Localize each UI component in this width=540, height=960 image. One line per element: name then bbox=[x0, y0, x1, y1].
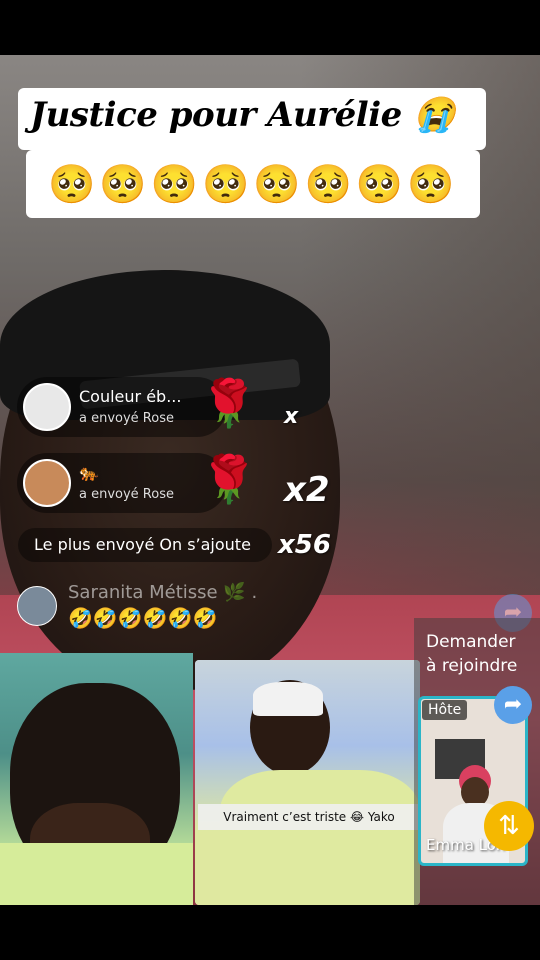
comment-text: 🤣🤣🤣🤣🤣🤣 bbox=[68, 606, 218, 630]
gift-notification-1: Couleur éb... a envoyé Rose bbox=[17, 377, 227, 437]
most-sent-label: Le plus envoyé bbox=[34, 535, 155, 554]
gifter-avatar[interactable] bbox=[23, 459, 71, 507]
emoji-row: 🥺🥺🥺🥺🥺🥺🥺🥺 bbox=[48, 162, 459, 206]
gifter-avatar[interactable] bbox=[23, 383, 71, 431]
repeat-icon[interactable]: ⇅ bbox=[484, 801, 534, 851]
video-title: Justice pour Aurélie 😭 bbox=[30, 95, 455, 135]
gift-notification-2: 🐅 a envoyé Rose bbox=[17, 453, 227, 513]
host-badge: Hôte bbox=[422, 700, 468, 720]
gift-description: a envoyé Rose bbox=[79, 487, 174, 502]
injury-photo-1 bbox=[0, 653, 193, 905]
most-sent-value: On s’ajoute bbox=[159, 535, 251, 554]
request-join-button[interactable]: Demander à rejoindre bbox=[426, 630, 526, 678]
gift-description: a envoyé Rose bbox=[79, 411, 174, 426]
gift-multiplier: x bbox=[284, 404, 299, 429]
injury-photo-2 bbox=[195, 660, 420, 905]
rose-icon: 🌹 bbox=[200, 452, 258, 506]
most-sent-pill: Le plus envoyé On s’ajoute bbox=[18, 528, 272, 562]
gift-multiplier: x2 bbox=[284, 470, 330, 510]
gifter-name: Couleur éb... bbox=[79, 387, 182, 406]
commenter-name: Saranita Métisse 🌿 . bbox=[68, 582, 258, 603]
photo-caption: Vraiment c’est triste 😂 Yako bbox=[198, 804, 420, 830]
rose-icon: 🌹 bbox=[200, 376, 258, 430]
most-sent-multiplier: x56 bbox=[278, 530, 331, 560]
share-arrow-icon[interactable]: ➦ bbox=[494, 686, 532, 724]
commenter-avatar[interactable] bbox=[17, 586, 57, 626]
gifter-name: 🐅 bbox=[79, 463, 99, 482]
